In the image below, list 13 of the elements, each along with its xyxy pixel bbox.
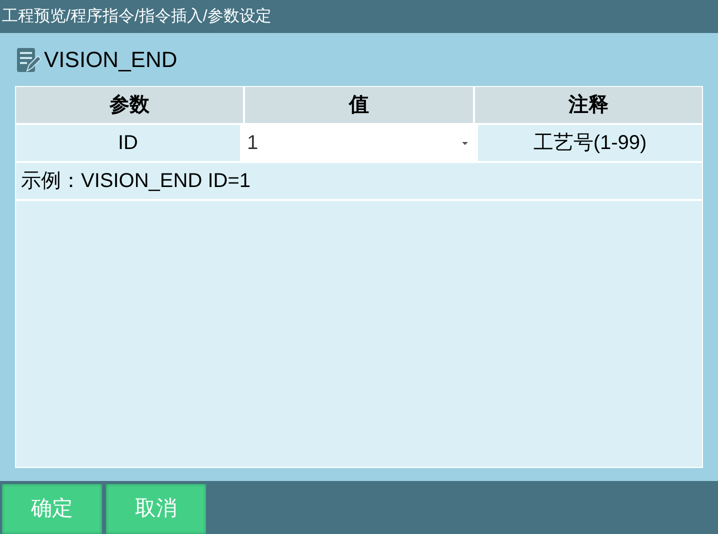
column-header: 值 — [243, 87, 473, 123]
instruction-name: VISION_END — [44, 46, 178, 74]
table-cell-text: ID — [117, 131, 139, 156]
example-text: 示例：VISION_END ID=1 — [21, 169, 251, 194]
dropdown-caret-icon — [461, 140, 469, 146]
column-header: 注释 — [472, 87, 702, 123]
action-button[interactable]: 取消 — [106, 484, 206, 534]
edit-document-icon — [15, 46, 41, 74]
table-cell: 工艺号(1-99) — [476, 125, 702, 161]
column-header: 参数 — [108, 93, 151, 118]
value-dropdown[interactable]: 1 — [240, 125, 476, 161]
action-button[interactable]: 确定 — [2, 484, 102, 534]
breadcrumb: 工程预览/程序指令/指令插入/参数设定 — [2, 6, 272, 26]
